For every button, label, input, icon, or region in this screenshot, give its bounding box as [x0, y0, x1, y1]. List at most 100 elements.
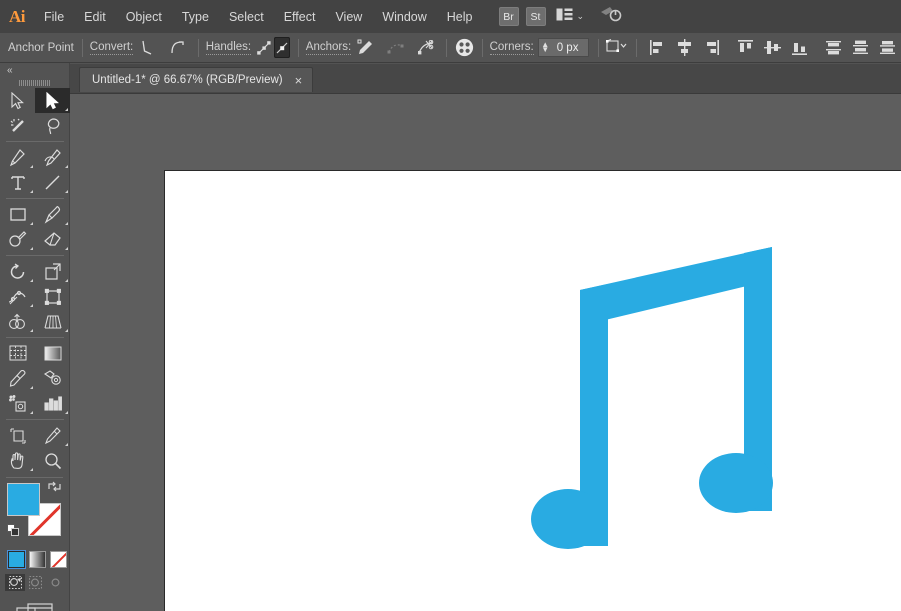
free-transform-tool[interactable]: [35, 284, 70, 309]
direct-selection-tool[interactable]: [35, 88, 70, 113]
show-handles-icon[interactable]: [256, 37, 272, 58]
divider: [481, 38, 483, 57]
beamed-eighth-note-artwork[interactable]: [165, 171, 901, 611]
draw-inside-button[interactable]: [45, 574, 65, 591]
document-tab[interactable]: Untitled-1* @ 66.67% (RGB/Preview) ×: [79, 67, 314, 92]
hide-handles-icon[interactable]: [274, 37, 291, 58]
blend-tool[interactable]: [35, 366, 70, 391]
menu-item-type[interactable]: Type: [173, 6, 218, 28]
convert-to-smooth-icon[interactable]: [170, 37, 185, 58]
tool-flyout-indicator: [65, 329, 68, 332]
corners-value: 0 px: [556, 41, 579, 54]
rotate-tool[interactable]: [0, 259, 35, 284]
bridge-badge-icon[interactable]: Br: [498, 7, 519, 26]
align-bottom-icon[interactable]: [787, 37, 812, 58]
tool-flyout-indicator: [30, 468, 33, 471]
menu-item-effect[interactable]: Effect: [275, 6, 325, 28]
remove-selected-anchors-icon[interactable]: [357, 37, 374, 58]
menu-item-window[interactable]: Window: [373, 6, 435, 28]
distribute-top-icon[interactable]: [821, 37, 846, 58]
perspective-grid-tool[interactable]: [35, 309, 70, 334]
change-screen-mode-button[interactable]: [0, 603, 69, 611]
menu-item-view[interactable]: View: [326, 6, 371, 28]
type-tool[interactable]: [0, 170, 35, 195]
color-swatch-button[interactable]: [7, 550, 26, 569]
close-icon[interactable]: ×: [295, 74, 303, 87]
menu-item-object[interactable]: Object: [117, 6, 171, 28]
canvas-area[interactable]: [70, 94, 901, 611]
tool-flyout-indicator: [65, 108, 68, 111]
corners-label: Corners:: [489, 40, 534, 55]
tool-flyout-indicator: [30, 190, 33, 193]
artboard-tool[interactable]: [0, 423, 35, 448]
distribute-bottom-icon[interactable]: [875, 37, 900, 58]
menu-item-select[interactable]: Select: [220, 6, 273, 28]
none-swatch-button[interactable]: [50, 551, 67, 568]
transform-panel-icon[interactable]: [606, 37, 628, 58]
cut-path-at-anchors-icon[interactable]: [417, 37, 435, 58]
draw-behind-button[interactable]: [25, 574, 45, 591]
fill-color-swatch[interactable]: [7, 483, 40, 516]
gradient-tool[interactable]: [35, 341, 70, 366]
convert-to-corner-icon[interactable]: [139, 37, 154, 58]
align-vertical-center-icon[interactable]: [760, 37, 785, 58]
gradient-swatch-button[interactable]: [29, 551, 46, 568]
tool-divider: [6, 198, 64, 199]
draw-normal-button[interactable]: [5, 574, 25, 591]
align-horizontal-center-icon[interactable]: [672, 37, 697, 58]
width-tool[interactable]: [0, 284, 35, 309]
menu-bar-right-tools: Br St ⌄: [498, 5, 623, 28]
column-graph-tool[interactable]: [35, 391, 70, 416]
corners-stepper[interactable]: ▲ ▼: [539, 39, 552, 56]
magic-wand-tool[interactable]: [0, 113, 35, 138]
line-segment-tool[interactable]: [35, 170, 70, 195]
lasso-tool[interactable]: [35, 113, 70, 138]
panel-drag-handle[interactable]: [0, 77, 69, 88]
shape-builder-tool[interactable]: [0, 309, 35, 334]
eraser-tool[interactable]: [35, 227, 70, 252]
symbol-sprayer-tool[interactable]: [0, 391, 35, 416]
pen-tool[interactable]: [0, 145, 35, 170]
connect-selected-endpoints-icon[interactable]: [387, 37, 404, 58]
default-fill-stroke-button[interactable]: [7, 524, 20, 537]
align-left-icon[interactable]: [645, 37, 670, 58]
divider: [597, 38, 599, 57]
tool-flyout-indicator: [30, 279, 33, 282]
selection-tool[interactable]: [0, 88, 35, 113]
tool-flyout-indicator: [30, 411, 33, 414]
menu-item-file[interactable]: File: [35, 6, 73, 28]
corners-radius-input[interactable]: ▲ ▼ 0 px: [537, 38, 589, 57]
zoom-tool[interactable]: [35, 448, 70, 473]
tool-flyout-indicator: [30, 304, 33, 307]
distribute-vertical-center-icon[interactable]: [848, 37, 873, 58]
slice-tool[interactable]: [35, 423, 70, 448]
curvature-tool[interactable]: [35, 145, 70, 170]
align-top-icon[interactable]: [733, 37, 758, 58]
tool-flyout-indicator: [30, 329, 33, 332]
eyedropper-tool[interactable]: [0, 366, 35, 391]
illustrator-window: Ai File Edit Object Type Select Effect View Win…: [0, 0, 901, 611]
chevron-down-icon: ⌄: [576, 11, 585, 21]
stock-badge-icon[interactable]: St: [525, 7, 546, 26]
menu-item-edit[interactable]: Edit: [75, 6, 115, 28]
workspace-switcher[interactable]: ⌄: [553, 6, 588, 28]
tools-panel: «: [0, 63, 70, 611]
divider: [82, 38, 83, 57]
swap-fill-stroke-icon[interactable]: [48, 480, 62, 494]
mesh-tool[interactable]: [0, 341, 35, 366]
convert-label: Convert:: [89, 40, 134, 55]
collapse-panel-button[interactable]: «: [0, 63, 69, 77]
tool-divider: [6, 419, 64, 420]
scale-tool[interactable]: [35, 259, 70, 284]
tool-divider: [6, 255, 64, 256]
shaper-tool[interactable]: [0, 227, 35, 252]
hand-tool[interactable]: [0, 448, 35, 473]
tools-grid: [0, 88, 70, 473]
isolate-selected-object-icon[interactable]: [455, 37, 474, 58]
menu-item-help[interactable]: Help: [438, 6, 482, 28]
paintbrush-tool[interactable]: [35, 202, 70, 227]
rectangle-tool[interactable]: [0, 202, 35, 227]
search-adobe-stock-icon[interactable]: [600, 5, 622, 28]
align-right-icon[interactable]: [699, 37, 724, 58]
artboard[interactable]: [164, 170, 901, 611]
